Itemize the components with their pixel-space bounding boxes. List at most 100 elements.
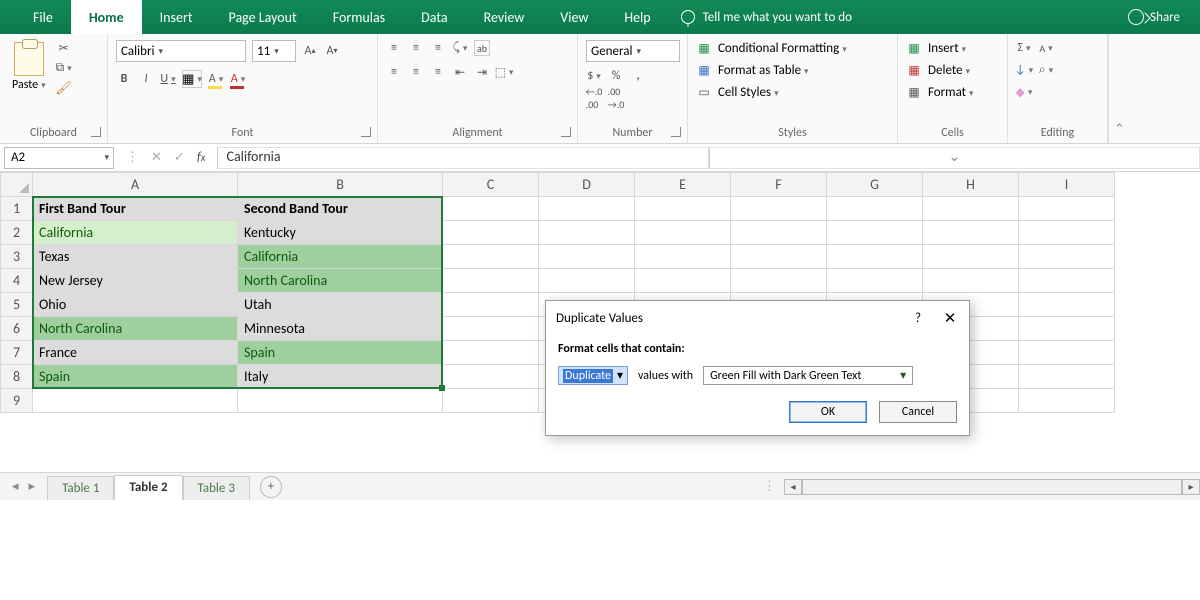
align-top-icon[interactable]: ≡ xyxy=(386,40,402,56)
tab-review[interactable]: Review xyxy=(466,0,543,34)
col-header-f[interactable]: F xyxy=(731,173,827,197)
clipboard-launcher-icon[interactable] xyxy=(91,127,101,137)
align-bottom-icon[interactable]: ≡ xyxy=(430,40,446,56)
currency-icon[interactable]: $ xyxy=(586,68,602,84)
fill-color-button[interactable]: A xyxy=(208,71,224,87)
tell-me-search[interactable]: Tell me what you want to do xyxy=(681,0,852,34)
dialog-help-icon[interactable]: ? xyxy=(915,311,921,326)
hscroll-left-icon[interactable]: ◂ xyxy=(784,479,802,495)
cell[interactable]: Spain xyxy=(33,365,238,389)
increase-font-icon[interactable]: A▴ xyxy=(302,43,318,59)
format-as-table-button[interactable]: ▦Format as Table xyxy=(696,62,809,78)
tab-file[interactable]: File xyxy=(15,0,71,34)
hscroll-right-icon[interactable]: ▸ xyxy=(1182,479,1200,495)
share-button[interactable]: Share xyxy=(1128,9,1180,25)
find-select-button[interactable] xyxy=(1038,62,1054,78)
enter-edit-icon[interactable]: ✓ xyxy=(174,150,185,165)
row-header[interactable]: 7 xyxy=(1,341,33,365)
underline-button[interactable]: U xyxy=(160,71,176,87)
orientation-icon[interactable]: ⤹ xyxy=(452,40,468,56)
new-sheet-button[interactable]: + xyxy=(260,476,282,498)
cell[interactable]: First Band Tour xyxy=(33,197,238,221)
cell[interactable]: Kentucky xyxy=(238,221,443,245)
merge-center-icon[interactable]: ⬚ xyxy=(496,64,512,80)
cell[interactable]: California xyxy=(33,221,238,245)
delete-cells-button[interactable]: ▦Delete xyxy=(906,62,970,78)
cell[interactable]: Texas xyxy=(33,245,238,269)
tab-page-layout[interactable]: Page Layout xyxy=(211,0,315,34)
align-left-icon[interactable]: ≡ xyxy=(386,64,402,80)
row-header[interactable]: 4 xyxy=(1,269,33,293)
font-color-button[interactable]: A xyxy=(230,71,246,87)
bold-button[interactable]: B xyxy=(116,71,132,87)
cell[interactable]: California xyxy=(238,245,443,269)
cell[interactable]: Second Band Tour xyxy=(238,197,443,221)
decrease-indent-icon[interactable]: ⇤ xyxy=(452,64,468,80)
percent-icon[interactable]: % xyxy=(608,68,624,84)
font-launcher-icon[interactable] xyxy=(361,127,371,137)
sheet-nav-next-icon[interactable]: ▸ xyxy=(29,479,36,494)
dialog-cancel-button[interactable]: Cancel xyxy=(879,401,957,423)
hscroll-track[interactable] xyxy=(802,479,1182,495)
copy-icon[interactable] xyxy=(56,60,72,76)
name-box[interactable]: A2▾ xyxy=(4,147,114,169)
formula-input[interactable]: California xyxy=(217,147,708,169)
dialog-format-select[interactable]: Green Fill with Dark Green Text ▾ xyxy=(703,366,913,385)
increase-decimal-icon[interactable]: ←.0.00 xyxy=(586,90,602,106)
comma-icon[interactable]: , xyxy=(630,68,646,84)
font-size-combo[interactable]: 11▾ xyxy=(252,40,296,62)
italic-button[interactable]: I xyxy=(138,71,154,87)
tab-help[interactable]: Help xyxy=(606,0,668,34)
decrease-decimal-icon[interactable]: .00→.0 xyxy=(608,90,624,106)
font-name-combo[interactable]: Calibri▾ xyxy=(116,40,246,62)
row-header[interactable]: 3 xyxy=(1,245,33,269)
col-header-a[interactable]: A xyxy=(33,173,238,197)
col-header-i[interactable]: I xyxy=(1019,173,1115,197)
cell[interactable]: Spain xyxy=(238,341,443,365)
cell-styles-button[interactable]: ▭Cell Styles xyxy=(696,84,779,100)
align-right-icon[interactable]: ≡ xyxy=(430,64,446,80)
row-header[interactable]: 9 xyxy=(1,389,33,413)
col-header-g[interactable]: G xyxy=(827,173,923,197)
cell[interactable]: France xyxy=(33,341,238,365)
row-header[interactable]: 8 xyxy=(1,365,33,389)
row-header[interactable]: 5 xyxy=(1,293,33,317)
sheet-nav-prev-icon[interactable]: ◂ xyxy=(12,479,19,494)
dialog-mode-select[interactable]: Duplicate ▾ xyxy=(558,366,628,385)
format-painter-icon[interactable] xyxy=(56,80,72,96)
dots-icon[interactable]: ⋮ xyxy=(126,150,139,165)
row-header[interactable]: 6 xyxy=(1,317,33,341)
cell[interactable]: Ohio xyxy=(33,293,238,317)
tab-view[interactable]: View xyxy=(542,0,606,34)
autosum-button[interactable] xyxy=(1016,40,1032,56)
cell[interactable]: Italy xyxy=(238,365,443,389)
sheet-tab-2[interactable]: Table 2 xyxy=(114,475,182,500)
tab-split-handle[interactable]: ⋮ xyxy=(755,479,784,494)
cell[interactable]: Utah xyxy=(238,293,443,317)
insert-cells-button[interactable]: ▦Insert xyxy=(906,40,966,56)
row-header[interactable]: 2 xyxy=(1,221,33,245)
tab-home[interactable]: Home xyxy=(71,0,142,34)
paste-button[interactable]: Paste xyxy=(8,40,50,94)
borders-button[interactable]: ▦ xyxy=(182,70,202,88)
cell[interactable]: North Carolina xyxy=(238,269,443,293)
cell[interactable]: North Carolina xyxy=(33,317,238,341)
col-header-e[interactable]: E xyxy=(635,173,731,197)
col-header-b[interactable]: B xyxy=(238,173,443,197)
col-header-c[interactable]: C xyxy=(443,173,539,197)
align-middle-icon[interactable]: ≡ xyxy=(408,40,424,56)
wrap-text-icon[interactable]: ab xyxy=(474,40,490,56)
clear-button[interactable]: ◆ xyxy=(1016,84,1032,100)
decrease-font-icon[interactable]: A▾ xyxy=(324,43,340,59)
alignment-launcher-icon[interactable] xyxy=(561,127,571,137)
cancel-edit-icon[interactable]: ✕ xyxy=(151,150,162,165)
cut-icon[interactable] xyxy=(56,40,72,56)
align-center-icon[interactable]: ≡ xyxy=(408,64,424,80)
collapse-ribbon-icon[interactable]: ⌃ xyxy=(1108,34,1130,143)
fill-button[interactable]: ↓ xyxy=(1016,62,1032,78)
dialog-close-icon[interactable]: ✕ xyxy=(941,309,959,328)
format-cells-button[interactable]: ▦Format xyxy=(906,84,974,100)
dialog-ok-button[interactable]: OK xyxy=(789,401,867,423)
expand-formula-bar-icon[interactable]: ⌄ xyxy=(709,147,1200,169)
tab-formulas[interactable]: Formulas xyxy=(315,0,403,34)
